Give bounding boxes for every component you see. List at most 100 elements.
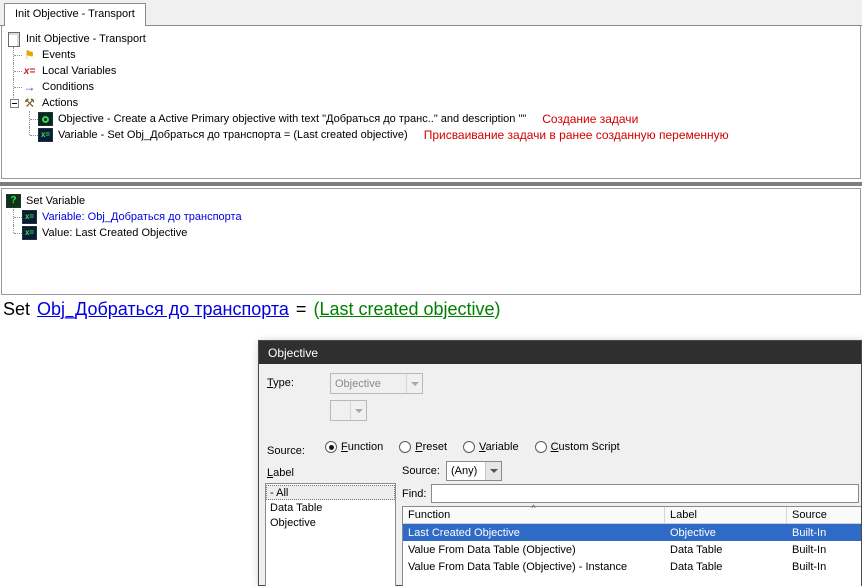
tree-root-row[interactable]: Init Objective - Transport (2, 31, 860, 47)
collapse-icon[interactable] (9, 98, 19, 108)
label-item-data-table[interactable]: Data Table (266, 500, 395, 515)
cell-function: Value From Data Table (Objective) (408, 543, 576, 556)
column-header-label-col[interactable]: Label (665, 507, 787, 523)
variable-glyph: x= (40, 130, 51, 139)
detail-variable-text: Variable: Obj_Добраться до транспорта (42, 211, 242, 223)
table-row[interactable]: Value From Data Table (Objective) - Inst… (403, 558, 861, 575)
variable-action-icon: x= (38, 128, 53, 142)
cell-source: Built-In (792, 560, 827, 573)
actions-hammer-icon: ⚒ (24, 96, 35, 110)
label-listbox: - All Data Table Objective (265, 483, 396, 586)
tree-action-set-variable[interactable]: x= Variable - Set Obj_Добраться до транс… (2, 127, 860, 143)
cell-function: Value From Data Table (Objective) - Inst… (408, 560, 628, 573)
tree-item-label: Events (42, 49, 76, 61)
value-chip-icon: x= (22, 226, 37, 240)
cell-source: Built-In (792, 543, 827, 556)
statement-equals: = (295, 299, 307, 319)
variable-chip-icon: x= (22, 210, 37, 224)
detail-value-row[interactable]: x= Value: Last Created Objective (2, 225, 860, 241)
tree-connector (6, 209, 22, 225)
events-flag-icon: ⚑ (24, 48, 35, 62)
detail-variable-row[interactable]: x= Variable: Obj_Добраться до транспорта (2, 209, 860, 225)
type-label-rest: ype: (273, 377, 294, 389)
selected-action-panel: ? Set Variable x= Variable: Obj_Добратьс… (1, 188, 861, 295)
tree-item-label: Local Variables (42, 65, 117, 77)
label-item-all[interactable]: - All (266, 485, 395, 500)
tree-item-conditions[interactable]: → Conditions (2, 79, 860, 95)
table-row[interactable]: Value From Data Table (Objective) Data T… (403, 541, 861, 558)
set-variable-icon: ? (6, 194, 21, 208)
type-label: Type: (267, 377, 294, 389)
variable-glyph: x= (24, 212, 35, 221)
action-text: Objective - Create a Active Primary obje… (58, 113, 527, 125)
objective-action-icon (38, 112, 53, 126)
column-header-function[interactable]: Function ^ (403, 503, 665, 523)
tree-root-label: Init Objective - Transport (26, 33, 146, 45)
chevron-down-icon (350, 401, 366, 420)
radio-selected-icon (325, 441, 337, 453)
tab-init-objective-transport[interactable]: Init Objective - Transport (4, 3, 146, 26)
cell-source: Built-In (792, 526, 827, 539)
horizontal-splitter[interactable] (0, 182, 862, 186)
detail-value-text: Value: Last Created Objective (42, 227, 188, 239)
tree-connector (6, 63, 22, 79)
conditions-arrow-icon: → (23, 80, 36, 94)
radio-label: Variable (479, 441, 519, 453)
tree-item-events[interactable]: ⚑ Events (2, 47, 860, 63)
trigger-tree-panel: Init Objective - Transport ⚑ Events x= L… (1, 26, 861, 179)
tree-item-local-variables[interactable]: x= Local Variables (2, 63, 860, 79)
chevron-shape (354, 408, 363, 413)
column-header-label: Label (670, 509, 697, 521)
table-row-last-created-objective[interactable]: Last Created Objective Objective Built-I… (403, 524, 861, 541)
find-input[interactable] (431, 484, 859, 503)
detail-set-variable-row[interactable]: ? Set Variable (2, 193, 860, 209)
label-item-objective[interactable]: Objective (266, 515, 395, 530)
cell-label: Data Table (670, 560, 723, 573)
column-header-source[interactable]: Source (787, 507, 861, 523)
column-header-label: Function (408, 509, 451, 521)
function-table-header: Function ^ Label Source (403, 503, 861, 524)
statement-variable-link[interactable]: Obj_Добраться до транспорта (37, 299, 289, 320)
tree-connector (6, 47, 22, 63)
list-item-label: Data Table (270, 501, 323, 514)
trigger-editor-window: Init Objective - Transport Init Objectiv… (0, 0, 862, 586)
column-header-label: Source (792, 509, 827, 521)
find-label: Find: (402, 488, 427, 500)
subtype-dropdown (330, 400, 367, 421)
trigger-document-icon (6, 32, 21, 46)
radio-preset[interactable]: Preset (399, 441, 447, 453)
detail-title: Set Variable (26, 195, 86, 207)
cell-function: Last Created Objective (408, 526, 520, 539)
radio-variable[interactable]: Variable (463, 441, 519, 453)
chevron-shape (410, 381, 419, 386)
tree-connector (6, 79, 22, 95)
chevron-shape (489, 469, 498, 473)
function-table: Function ^ Label Source Last Created Obj… (402, 503, 861, 586)
dialog-title-bar[interactable]: Objective (259, 341, 861, 364)
statement-keyword: Set (3, 299, 31, 319)
chevron-down-icon (406, 374, 422, 393)
action-comment: Присваивание задачи в ранее созданную пе… (423, 128, 729, 142)
tree-item-actions[interactable]: ⚒ Actions (2, 95, 860, 111)
question-glyph: ? (10, 195, 17, 206)
objective-ring-icon (42, 115, 49, 123)
type-dropdown: Objective (330, 373, 423, 394)
variable-glyph: x= (24, 228, 35, 237)
tree-action-objective[interactable]: Objective - Create a Active Primary obje… (2, 111, 860, 127)
list-item-label: Objective (270, 516, 316, 529)
radio-custom-script[interactable]: Custom Script (534, 441, 620, 453)
statement-close-paren: ) (494, 299, 501, 319)
source-radio-group: Function Preset Variable Custom Script (325, 441, 636, 453)
local-variables-icon: x= (23, 65, 36, 77)
label-label: Label (267, 467, 294, 479)
radio-function[interactable]: Function (325, 441, 383, 453)
statement-function-link[interactable]: Last created objective (319, 299, 494, 320)
source-filter-label: Source: (402, 465, 440, 477)
tab-bar: Init Objective - Transport (0, 0, 862, 26)
tree-item-label: Actions (42, 97, 79, 109)
type-dropdown-value: Objective (335, 377, 381, 390)
list-item-label: - All (270, 486, 289, 499)
dialog-title: Objective (268, 345, 319, 360)
source-filter-dropdown[interactable]: (Any) (446, 461, 502, 481)
